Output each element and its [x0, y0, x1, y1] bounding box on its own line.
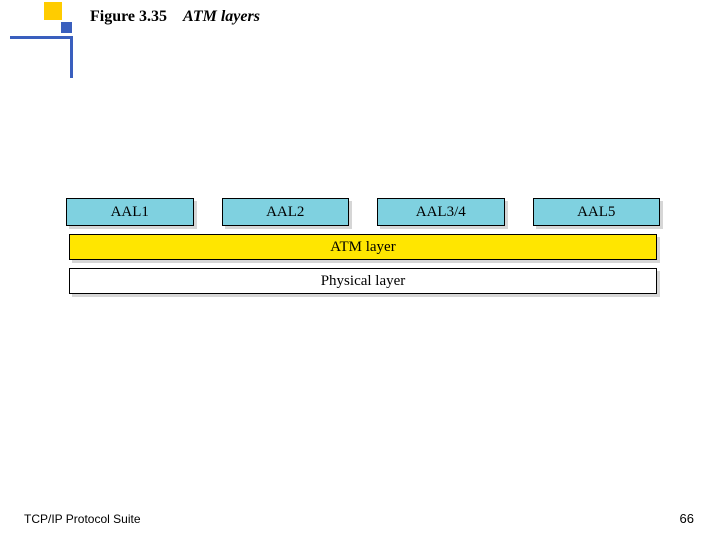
- atm-layer-box: ATM layer: [69, 234, 657, 260]
- figure-caption: ATM layers: [183, 8, 260, 25]
- slide-decoration: [10, 0, 80, 80]
- page-number: 66: [680, 511, 694, 526]
- aal-box: AAL1: [66, 198, 194, 226]
- aal-row: AAL1 AAL2 AAL3/4 AAL5: [66, 198, 660, 226]
- figure-number: Figure 3.35: [90, 8, 167, 25]
- deco-square-blue: [61, 22, 72, 33]
- deco-hline: [10, 36, 70, 39]
- deco-square-yellow: [44, 2, 62, 20]
- aal-box: AAL2: [222, 198, 350, 226]
- aal-box: AAL5: [533, 198, 661, 226]
- deco-vline: [70, 36, 73, 78]
- atm-layers-diagram: AAL1 AAL2 AAL3/4 AAL5 ATM layer Physical…: [66, 198, 660, 302]
- slide-title: Figure 3.35 ATM layers: [90, 8, 260, 26]
- aal-box: AAL3/4: [377, 198, 505, 226]
- footer-source: TCP/IP Protocol Suite: [24, 512, 141, 526]
- physical-layer-box: Physical layer: [69, 268, 657, 294]
